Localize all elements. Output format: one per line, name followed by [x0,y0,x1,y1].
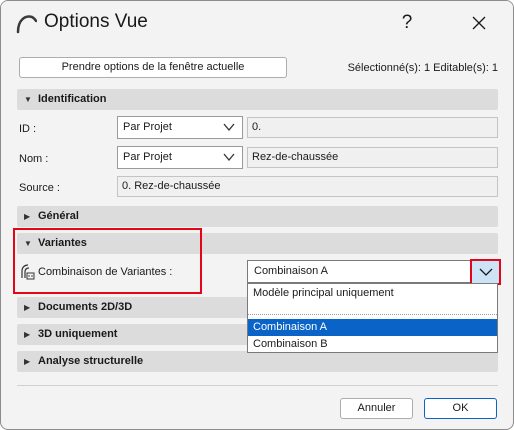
selection-info: Sélectionné(s): 1 Editable(s): 1 [347,62,498,74]
title-bar: Options Vue ? [1,1,513,45]
source-label: Source : [19,182,60,194]
combination-dropdown-arrow[interactable] [470,259,501,285]
id-source-dropdown-value: Par Projet [123,121,172,133]
combination-options-list: Modèle principal uniquement Combinaison … [247,283,498,353]
chevron-down-icon [223,123,235,132]
close-button[interactable] [457,7,501,39]
id-label: ID : [19,123,37,135]
section-general[interactable]: ▶ Général [17,206,498,227]
options-vue-dialog: Options Vue ? Prendre options de la fenê… [0,0,514,430]
nom-source-dropdown[interactable]: Par Projet [117,146,243,169]
chevron-down-icon [479,268,493,276]
collapsed-triangle-icon: ▶ [24,357,31,366]
combination-dropdown-value: Combinaison A [254,265,328,277]
nom-field[interactable]: Rez-de-chaussée [247,147,498,168]
collapsed-triangle-icon: ▶ [24,330,31,339]
id-source-dropdown[interactable]: Par Projet [117,116,243,139]
help-button[interactable]: ? [385,7,429,39]
section-general-label: Général [38,210,79,222]
grab-current-window-settings-button[interactable]: Prendre options de la fenêtre actuelle [19,57,287,78]
nom-source-dropdown-value: Par Projet [123,151,172,163]
list-divider [248,314,497,315]
nom-label: Nom : [19,153,49,165]
section-identification[interactable]: ▼ Identification [17,89,498,110]
ok-button[interactable]: OK [424,398,497,419]
footer-divider [17,385,498,386]
id-field[interactable]: 0. [247,117,498,138]
highlight-annotation-box [13,228,202,294]
archicad-arc-icon [16,15,37,34]
section-3d-uniquement-label: 3D uniquement [38,328,118,340]
list-item[interactable]: Combinaison B [248,336,497,353]
expanded-triangle-icon: ▼ [24,95,32,104]
combination-dropdown[interactable]: Combinaison A [247,260,498,283]
collapsed-triangle-icon: ▶ [24,303,31,312]
section-analyse-structurelle-label: Analyse structurelle [38,355,144,367]
cancel-button[interactable]: Annuler [340,398,413,419]
section-identification-label: Identification [38,93,107,105]
window-title: Options Vue [44,11,148,32]
chevron-down-icon [223,153,235,162]
section-documents-2d3d-label: Documents 2D/3D [38,301,133,313]
close-icon [472,16,486,30]
list-item[interactable]: Modèle principal uniquement [248,285,497,302]
source-field: 0. Rez-de-chaussée [117,176,498,197]
list-item[interactable]: Combinaison A [248,319,497,336]
collapsed-triangle-icon: ▶ [24,212,31,221]
section-analyse-structurelle[interactable]: ▶ Analyse structurelle [17,351,498,372]
